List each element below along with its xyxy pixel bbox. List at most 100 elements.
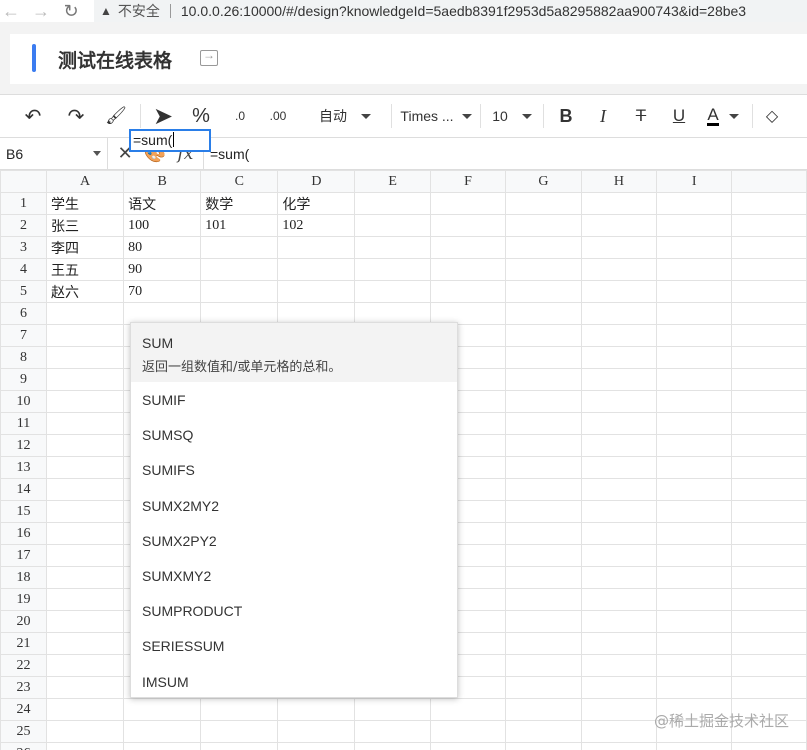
cell[interactable]: 101 [200,214,279,237]
cell[interactable] [580,412,658,435]
cell[interactable] [277,720,356,743]
name-box[interactable]: B6 [0,137,108,170]
font-color-select[interactable]: A [698,100,748,132]
cell[interactable] [200,258,279,281]
forward-icon[interactable]: → [30,2,52,20]
row-header[interactable]: 26 [0,742,47,750]
cell[interactable] [731,302,807,325]
cell[interactable] [656,390,733,413]
cell[interactable] [580,324,658,347]
cell[interactable] [580,302,658,325]
cell[interactable] [354,720,431,743]
cell[interactable] [429,698,507,721]
italic-button[interactable]: I [584,100,622,132]
cell[interactable] [505,302,582,325]
cell[interactable] [45,522,125,545]
cell[interactable] [731,500,807,523]
cell[interactable]: 化学 [277,192,356,215]
cell[interactable] [656,632,733,655]
row-header[interactable]: 19 [0,588,47,611]
cell[interactable]: 王五 [45,258,125,281]
format-painter-icon[interactable]: 🖌 [96,100,136,132]
cell[interactable] [731,214,807,237]
cell[interactable] [656,478,733,501]
row-header[interactable]: 25 [0,720,47,743]
cell[interactable]: 90 [123,258,202,281]
cell[interactable] [505,192,582,215]
export-icon[interactable] [200,48,218,66]
cell[interactable] [505,610,582,633]
cell[interactable] [731,324,807,347]
cell[interactable] [505,368,582,391]
cell[interactable] [45,390,125,413]
cell[interactable] [45,720,125,743]
cell[interactable] [200,698,279,721]
cell[interactable] [656,236,733,259]
cell[interactable] [656,544,733,567]
row-header[interactable]: 2 [0,214,47,237]
cell[interactable] [429,280,507,303]
row-header[interactable]: 18 [0,566,47,589]
font-size-select[interactable]: 10 [485,100,539,132]
column-header-c[interactable]: C [200,170,279,193]
cell[interactable] [580,192,658,215]
cell[interactable] [45,742,125,750]
cell[interactable] [45,610,125,633]
cell[interactable] [731,566,807,589]
cell[interactable] [731,456,807,479]
cell[interactable] [731,192,807,215]
cell[interactable] [45,368,125,391]
row-header[interactable]: 12 [0,434,47,457]
cell[interactable] [656,522,733,545]
row-header[interactable]: 23 [0,676,47,699]
autocomplete-item[interactable]: SUMXMY2 [131,559,457,594]
cell[interactable] [656,346,733,369]
row-header[interactable]: 22 [0,654,47,677]
autocomplete-item[interactable]: SUMX2MY2 [131,489,457,524]
cell[interactable] [123,720,202,743]
cell[interactable] [580,544,658,567]
cell[interactable] [429,214,507,237]
autocomplete-item[interactable]: SUMX2PY2 [131,524,457,559]
column-header-j[interactable] [731,170,807,193]
cell[interactable] [505,280,582,303]
row-header[interactable]: 3 [0,236,47,259]
autocomplete-item[interactable]: SUMIF [131,383,457,418]
cell[interactable] [656,676,733,699]
cell[interactable] [200,742,279,750]
cell[interactable] [580,214,658,237]
cell[interactable] [731,434,807,457]
cell[interactable] [580,522,658,545]
cell[interactable] [45,654,125,677]
number-format-select[interactable]: 自动 [303,100,387,132]
autocomplete-item[interactable]: SERIESSUM [131,629,457,664]
cell[interactable] [731,390,807,413]
row-header[interactable]: 24 [0,698,47,721]
row-header[interactable]: 11 [0,412,47,435]
cell[interactable] [45,566,125,589]
cell[interactable] [505,478,582,501]
cell[interactable] [45,676,125,699]
cell[interactable] [580,566,658,589]
column-header-b[interactable]: B [123,170,202,193]
cell[interactable] [505,500,582,523]
cell[interactable] [45,346,125,369]
cell[interactable] [429,720,507,743]
cell[interactable] [731,522,807,545]
cell[interactable] [580,588,658,611]
cell[interactable] [731,258,807,281]
cell[interactable] [656,456,733,479]
cell[interactable] [580,258,658,281]
cell[interactable] [505,544,582,567]
cell[interactable] [656,654,733,677]
cell[interactable] [656,258,733,281]
row-header[interactable]: 14 [0,478,47,501]
cell[interactable] [580,346,658,369]
cell[interactable] [580,478,658,501]
cell[interactable] [505,236,582,259]
row-header[interactable]: 7 [0,324,47,347]
cell[interactable] [656,588,733,611]
cell[interactable] [731,368,807,391]
autocomplete-item[interactable]: SUMIFS [131,453,457,488]
row-header[interactable]: 1 [0,192,47,215]
